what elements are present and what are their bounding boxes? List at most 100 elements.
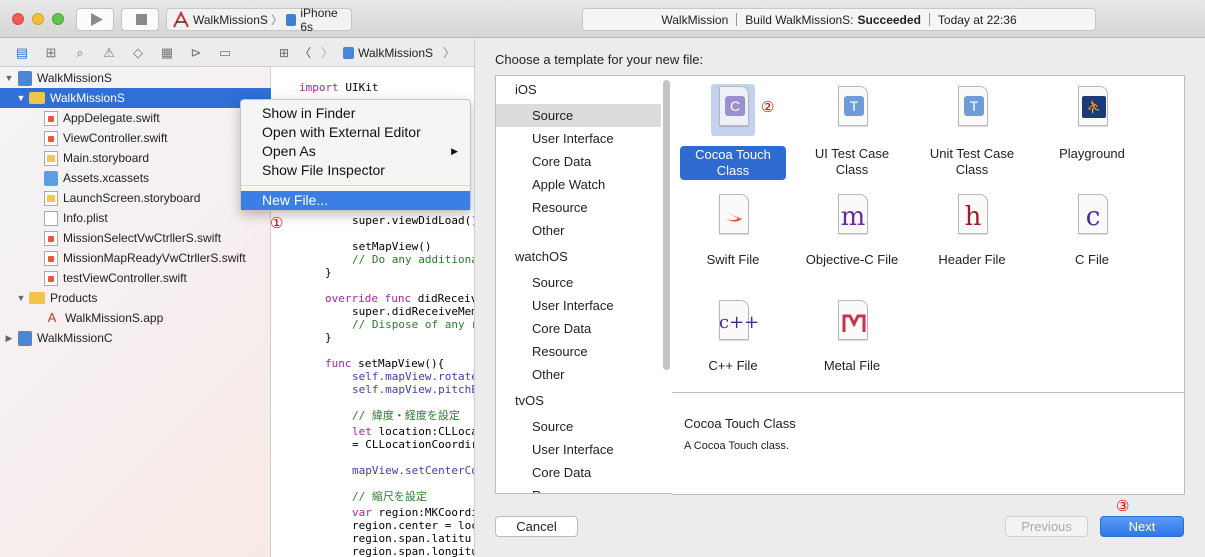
minimize-window-button[interactable]	[32, 13, 44, 25]
tree-item-file[interactable]: Assets.xcassets	[0, 168, 271, 188]
disclosure-down-icon[interactable]: ▼	[16, 293, 26, 303]
stop-button[interactable]	[121, 8, 159, 31]
tree-item-group-selected[interactable]: ▼ WalkMissionS	[0, 88, 271, 108]
code-line: setMapView()	[352, 240, 432, 253]
tree-item-file[interactable]: ViewController.swift	[0, 128, 271, 148]
next-button[interactable]: Next	[1100, 516, 1184, 537]
template-ui-test-case-class[interactable]: T UI Test Case Class	[799, 76, 905, 186]
template-objective-c-file[interactable]: m Objective-C File	[799, 184, 905, 294]
tree-item-project[interactable]: ▼ WalkMissionS	[0, 68, 271, 88]
category-ios-core-data[interactable]: Core Data	[496, 150, 661, 173]
report-icon[interactable]: ▭	[217, 45, 233, 61]
tree-item-label: MissionMapReadyVwCtrllerS.swift	[63, 251, 246, 265]
category-watchos-core-data[interactable]: Core Data	[496, 317, 661, 340]
tree-item-file[interactable]: MissionSelectVwCtrllerS.swift	[0, 228, 271, 248]
category-tvos-resource[interactable]: Resource	[496, 484, 661, 493]
code-text: UIKit	[338, 81, 379, 94]
menu-item-show-in-finder[interactable]: Show in Finder	[241, 104, 470, 123]
zoom-window-button[interactable]	[52, 13, 64, 25]
stop-icon	[136, 14, 147, 25]
platform-header-watchos: watchOS	[515, 249, 568, 264]
search-icon[interactable]: ⌕	[72, 45, 88, 61]
window-toolbar: WalkMissionS 〉 iPhone 6s WalkMission Bui…	[0, 0, 1205, 38]
template-label: Unit Test Case Class	[929, 146, 1015, 177]
back-icon[interactable]: 〈	[299, 44, 311, 61]
editor-jump-bar: ⊞ 〈 〉 WalkMissionS 〉	[271, 39, 476, 67]
disclosure-down-icon[interactable]: ▼	[16, 93, 26, 103]
code-keyword: var	[352, 506, 372, 519]
debug-icon[interactable]: ▦	[159, 45, 175, 61]
header-file-icon: h	[950, 192, 994, 244]
forward-icon[interactable]: 〉	[321, 44, 333, 61]
template-header-file[interactable]: h Header File	[919, 184, 1025, 294]
c-file-icon: c	[1070, 192, 1114, 244]
run-button[interactable]	[76, 8, 114, 31]
tree-item-file[interactable]: testViewController.swift	[0, 268, 271, 288]
template-metal-file[interactable]: Metal File	[799, 290, 905, 400]
template-swift-file[interactable]: Swift File	[680, 184, 786, 294]
category-watchos-user-interface[interactable]: User Interface	[496, 294, 661, 317]
disclosure-right-icon[interactable]: ▶	[4, 333, 14, 344]
symbol-navigator-icon[interactable]: ⊞	[43, 45, 59, 61]
category-ios-apple-watch[interactable]: Apple Watch	[496, 173, 661, 196]
tree-item-label: Assets.xcassets	[63, 171, 150, 185]
code-text: didReceive	[417, 292, 476, 305]
template-cpp-file[interactable]: c++ C++ File	[680, 290, 786, 400]
disclosure-down-icon[interactable]: ▼	[4, 73, 14, 83]
template-unit-test-case-class[interactable]: T Unit Test Case Class	[919, 76, 1025, 186]
template-c-file[interactable]: c C File	[1039, 184, 1145, 294]
test-diamond-icon[interactable]: ◇	[130, 45, 146, 61]
tree-item-file[interactable]: LaunchScreen.storyboard	[0, 188, 271, 208]
code-line: super.viewDidLoad()	[352, 214, 476, 227]
tree-item-file[interactable]: AppDelegate.swift	[0, 108, 271, 128]
list-scrollbar[interactable]	[663, 80, 670, 370]
asset-catalog-icon	[44, 170, 58, 186]
tree-item-file[interactable]: MissionMapReadyVwCtrllerS.swift	[0, 248, 271, 268]
folder-icon[interactable]: ▤	[14, 45, 30, 61]
status-divider	[736, 13, 738, 26]
category-tvos-source[interactable]: Source	[496, 415, 661, 438]
play-icon	[91, 13, 103, 26]
scheme-selector[interactable]: WalkMissionS 〉 iPhone 6s	[166, 6, 352, 34]
related-items-icon[interactable]: ⊞	[279, 46, 289, 60]
storyboard-icon	[44, 150, 58, 166]
category-watchos-other[interactable]: Other	[496, 363, 661, 386]
category-ios-other[interactable]: Other	[496, 219, 661, 242]
tree-item-file[interactable]: A WalkMissionS.app	[0, 308, 271, 328]
menu-item-new-file[interactable]: New File...	[241, 191, 470, 210]
template-cocoa-touch-class[interactable]: C Cocoa Touch Class	[680, 76, 786, 186]
description-text: A Cocoa Touch class.	[684, 440, 789, 452]
menu-item-open-external-editor[interactable]: Open with External Editor	[241, 123, 470, 142]
template-playground[interactable]: ⛹ Playground	[1039, 76, 1145, 186]
category-ios-user-interface[interactable]: User Interface	[496, 127, 661, 150]
project-icon	[18, 330, 32, 346]
category-ios-resource[interactable]: Resource	[496, 196, 661, 219]
dialog-title: Choose a template for your new file:	[495, 52, 704, 67]
platform-category-list: iOS Source User Interface Core Data Appl…	[495, 75, 673, 494]
template-grid: C Cocoa Touch Class T UI Test Case Class…	[672, 75, 1185, 393]
breakpoint-icon[interactable]: ⊳	[188, 45, 204, 61]
template-label: C File	[1075, 252, 1109, 267]
menu-item-open-as[interactable]: Open As ▶	[241, 142, 470, 161]
tree-item-project[interactable]: ▶ WalkMissionC	[0, 328, 271, 348]
warning-icon[interactable]: ⚠	[101, 45, 117, 61]
tree-item-label: MissionSelectVwCtrllerS.swift	[63, 231, 222, 245]
cancel-button[interactable]: Cancel	[495, 516, 578, 537]
close-window-button[interactable]	[12, 13, 24, 25]
breadcrumb[interactable]: WalkMissionS	[358, 46, 433, 60]
category-tvos-user-interface[interactable]: User Interface	[496, 438, 661, 461]
category-tvos-core-data[interactable]: Core Data	[496, 461, 661, 484]
platform-header-ios: iOS	[515, 82, 537, 97]
category-ios-source[interactable]: Source	[496, 104, 661, 127]
unit-test-case-icon: T	[950, 84, 994, 136]
category-watchos-source[interactable]: Source	[496, 271, 661, 294]
menu-item-show-file-inspector[interactable]: Show File Inspector	[241, 161, 470, 180]
tree-item-label: AppDelegate.swift	[63, 111, 160, 125]
tree-item-file[interactable]: Main.storyboard	[0, 148, 271, 168]
tree-item-file[interactable]: Info.plist	[0, 208, 271, 228]
previous-button[interactable]: Previous	[1005, 516, 1088, 537]
tree-item-group[interactable]: ▼ Products	[0, 288, 271, 308]
category-watchos-resource[interactable]: Resource	[496, 340, 661, 363]
step-marker-2: ②	[761, 99, 775, 116]
navigator-selector-bar: ▤ ⊞ ⌕ ⚠ ◇ ▦ ⊳ ▭	[0, 39, 271, 67]
